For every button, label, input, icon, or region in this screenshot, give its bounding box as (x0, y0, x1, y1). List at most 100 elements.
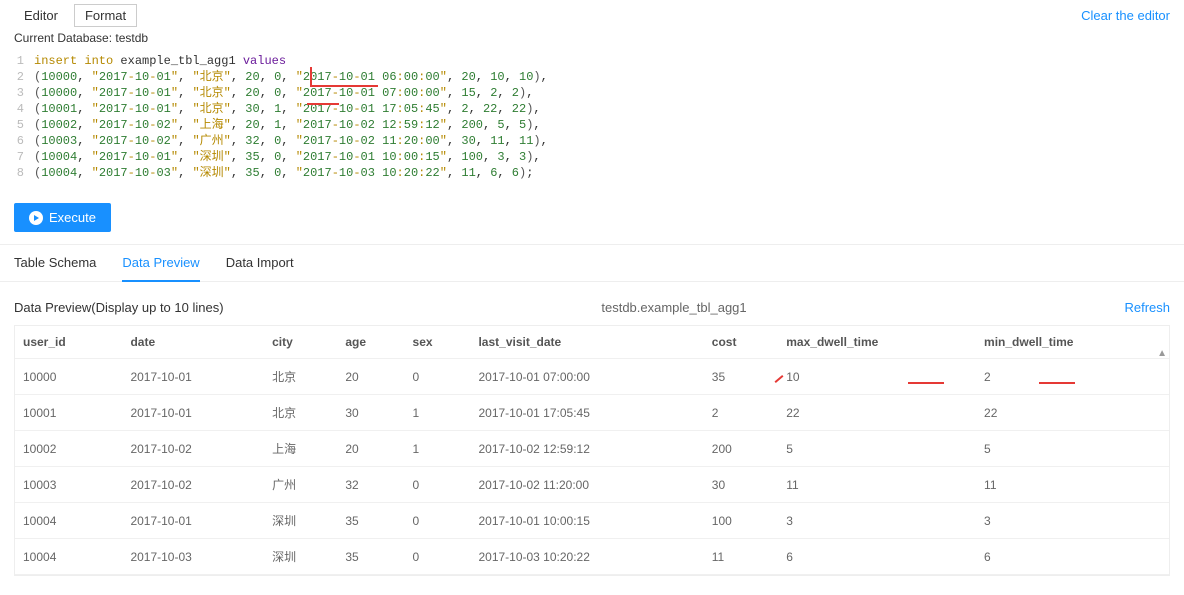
table-row: 100032017-10-02广州3202017-10-02 11:20:003… (15, 467, 1169, 503)
clear-editor-link[interactable]: Clear the editor (1081, 8, 1170, 23)
cell: 3 (976, 503, 1169, 539)
code-line[interactable]: insert into example_tbl_agg1 values (34, 53, 286, 69)
col-age[interactable]: age (337, 326, 404, 359)
cell: 10000 (15, 359, 122, 395)
table-row: 100002017-10-01北京2002017-10-01 07:00:003… (15, 359, 1169, 395)
cell: 0 (405, 467, 471, 503)
cell: 0 (405, 539, 471, 575)
col-cost[interactable]: cost (704, 326, 778, 359)
cell: 10004 (15, 503, 122, 539)
cell: 2017-10-02 (122, 467, 264, 503)
cell: 2017-10-01 (122, 503, 264, 539)
cell: 2017-10-02 11:20:00 (470, 467, 703, 503)
code-line[interactable]: (10000, "2017-10-01", "北京", 20, 0, "2017… (34, 85, 533, 101)
cell: 1 (405, 395, 471, 431)
tab-data-import[interactable]: Data Import (226, 255, 294, 281)
cell: 20 (337, 431, 404, 467)
cell: 35 (337, 539, 404, 575)
cell: 上海 (264, 431, 337, 467)
cell: 30 (337, 395, 404, 431)
gutter-line: 7 (0, 149, 34, 165)
cell: 1 (405, 431, 471, 467)
code-line[interactable]: (10001, "2017-10-01", "北京", 30, 1, "2017… (34, 101, 541, 117)
cell: 10001 (15, 395, 122, 431)
result-tabs: Table Schema Data Preview Data Import (0, 245, 1184, 282)
cell: 20 (337, 359, 404, 395)
tab-table-schema[interactable]: Table Schema (14, 255, 96, 281)
gutter-line: 5 (0, 117, 34, 133)
cell: 2017-10-03 10:20:22 (470, 539, 703, 575)
cell: 2017-10-01 (122, 395, 264, 431)
cell: 2017-10-01 07:00:00 (470, 359, 703, 395)
table-row: 100042017-10-03深圳3502017-10-03 10:20:221… (15, 539, 1169, 575)
cell: 30 (704, 467, 778, 503)
code-line[interactable]: (10004, "2017-10-01", "深圳", 35, 0, "2017… (34, 149, 541, 165)
table-row: 100042017-10-01深圳3502017-10-01 10:00:151… (15, 503, 1169, 539)
scroll-up-icon[interactable]: ▲ (1157, 348, 1167, 359)
cell: 2 (704, 395, 778, 431)
cell: 深圳 (264, 503, 337, 539)
format-button[interactable]: Format (74, 4, 137, 27)
cell: 35 (337, 503, 404, 539)
cell: 5 (976, 431, 1169, 467)
cell: 10 (778, 359, 976, 395)
current-database-label: Current Database: testdb (0, 29, 1184, 51)
code-line[interactable]: (10002, "2017-10-02", "上海", 20, 1, "2017… (34, 117, 541, 133)
preview-caption: Data Preview(Display up to 10 lines) (14, 300, 224, 315)
cell: 11 (778, 467, 976, 503)
cell: 6 (778, 539, 976, 575)
cell: 11 (976, 467, 1169, 503)
cell: 2017-10-01 17:05:45 (470, 395, 703, 431)
cell: 2017-10-01 10:00:15 (470, 503, 703, 539)
col-max_dwell_time[interactable]: max_dwell_time (778, 326, 976, 359)
cell: 广州 (264, 467, 337, 503)
code-line[interactable]: (10003, "2017-10-02", "广州", 32, 0, "2017… (34, 133, 548, 149)
cell: 22 (976, 395, 1169, 431)
table-row: 100022017-10-02上海2012017-10-02 12:59:122… (15, 431, 1169, 467)
col-date[interactable]: date (122, 326, 264, 359)
cell: 10004 (15, 539, 122, 575)
cell: 35 (704, 359, 778, 395)
cell: 2 (976, 359, 1169, 395)
cell: 2017-10-02 12:59:12 (470, 431, 703, 467)
cell: 10002 (15, 431, 122, 467)
cell: 10003 (15, 467, 122, 503)
gutter-line: 2 (0, 69, 34, 85)
gutter-line: 8 (0, 165, 34, 181)
gutter-line: 4 (0, 101, 34, 117)
cell: 2017-10-03 (122, 539, 264, 575)
execute-label: Execute (49, 210, 96, 225)
cell: 22 (778, 395, 976, 431)
preview-table-name: testdb.example_tbl_agg1 (224, 300, 1125, 315)
cell: 11 (704, 539, 778, 575)
code-line[interactable]: (10000, "2017-10-01", "北京", 20, 0, "2017… (34, 69, 548, 85)
col-user_id[interactable]: user_id (15, 326, 122, 359)
sql-editor[interactable]: 1insert into example_tbl_agg1 values2(10… (0, 51, 1184, 191)
gutter-line: 1 (0, 53, 34, 69)
cell: 3 (778, 503, 976, 539)
col-min_dwell_time[interactable]: min_dwell_time (976, 326, 1169, 359)
refresh-link[interactable]: Refresh (1124, 300, 1170, 315)
code-line[interactable]: (10004, "2017-10-03", "深圳", 35, 0, "2017… (34, 165, 533, 181)
cell: 深圳 (264, 539, 337, 575)
data-preview-table: user_iddatecityagesexlast_visit_datecost… (15, 326, 1169, 575)
top-toolbar: Editor Format Clear the editor (0, 0, 1184, 29)
tab-data-preview[interactable]: Data Preview (122, 255, 199, 282)
editor-toggle[interactable]: Editor (14, 5, 68, 26)
cell: 5 (778, 431, 976, 467)
col-last_visit_date[interactable]: last_visit_date (470, 326, 703, 359)
gutter-line: 6 (0, 133, 34, 149)
cell: 2017-10-02 (122, 431, 264, 467)
cell: 100 (704, 503, 778, 539)
col-sex[interactable]: sex (405, 326, 471, 359)
cell: 北京 (264, 395, 337, 431)
data-preview-table-wrap: user_iddatecityagesexlast_visit_datecost… (14, 325, 1170, 576)
col-city[interactable]: city (264, 326, 337, 359)
execute-button[interactable]: Execute (14, 203, 111, 232)
play-icon (29, 211, 43, 225)
cell: 32 (337, 467, 404, 503)
cell: 2017-10-01 (122, 359, 264, 395)
cell: 200 (704, 431, 778, 467)
cell: 0 (405, 359, 471, 395)
cell: 北京 (264, 359, 337, 395)
